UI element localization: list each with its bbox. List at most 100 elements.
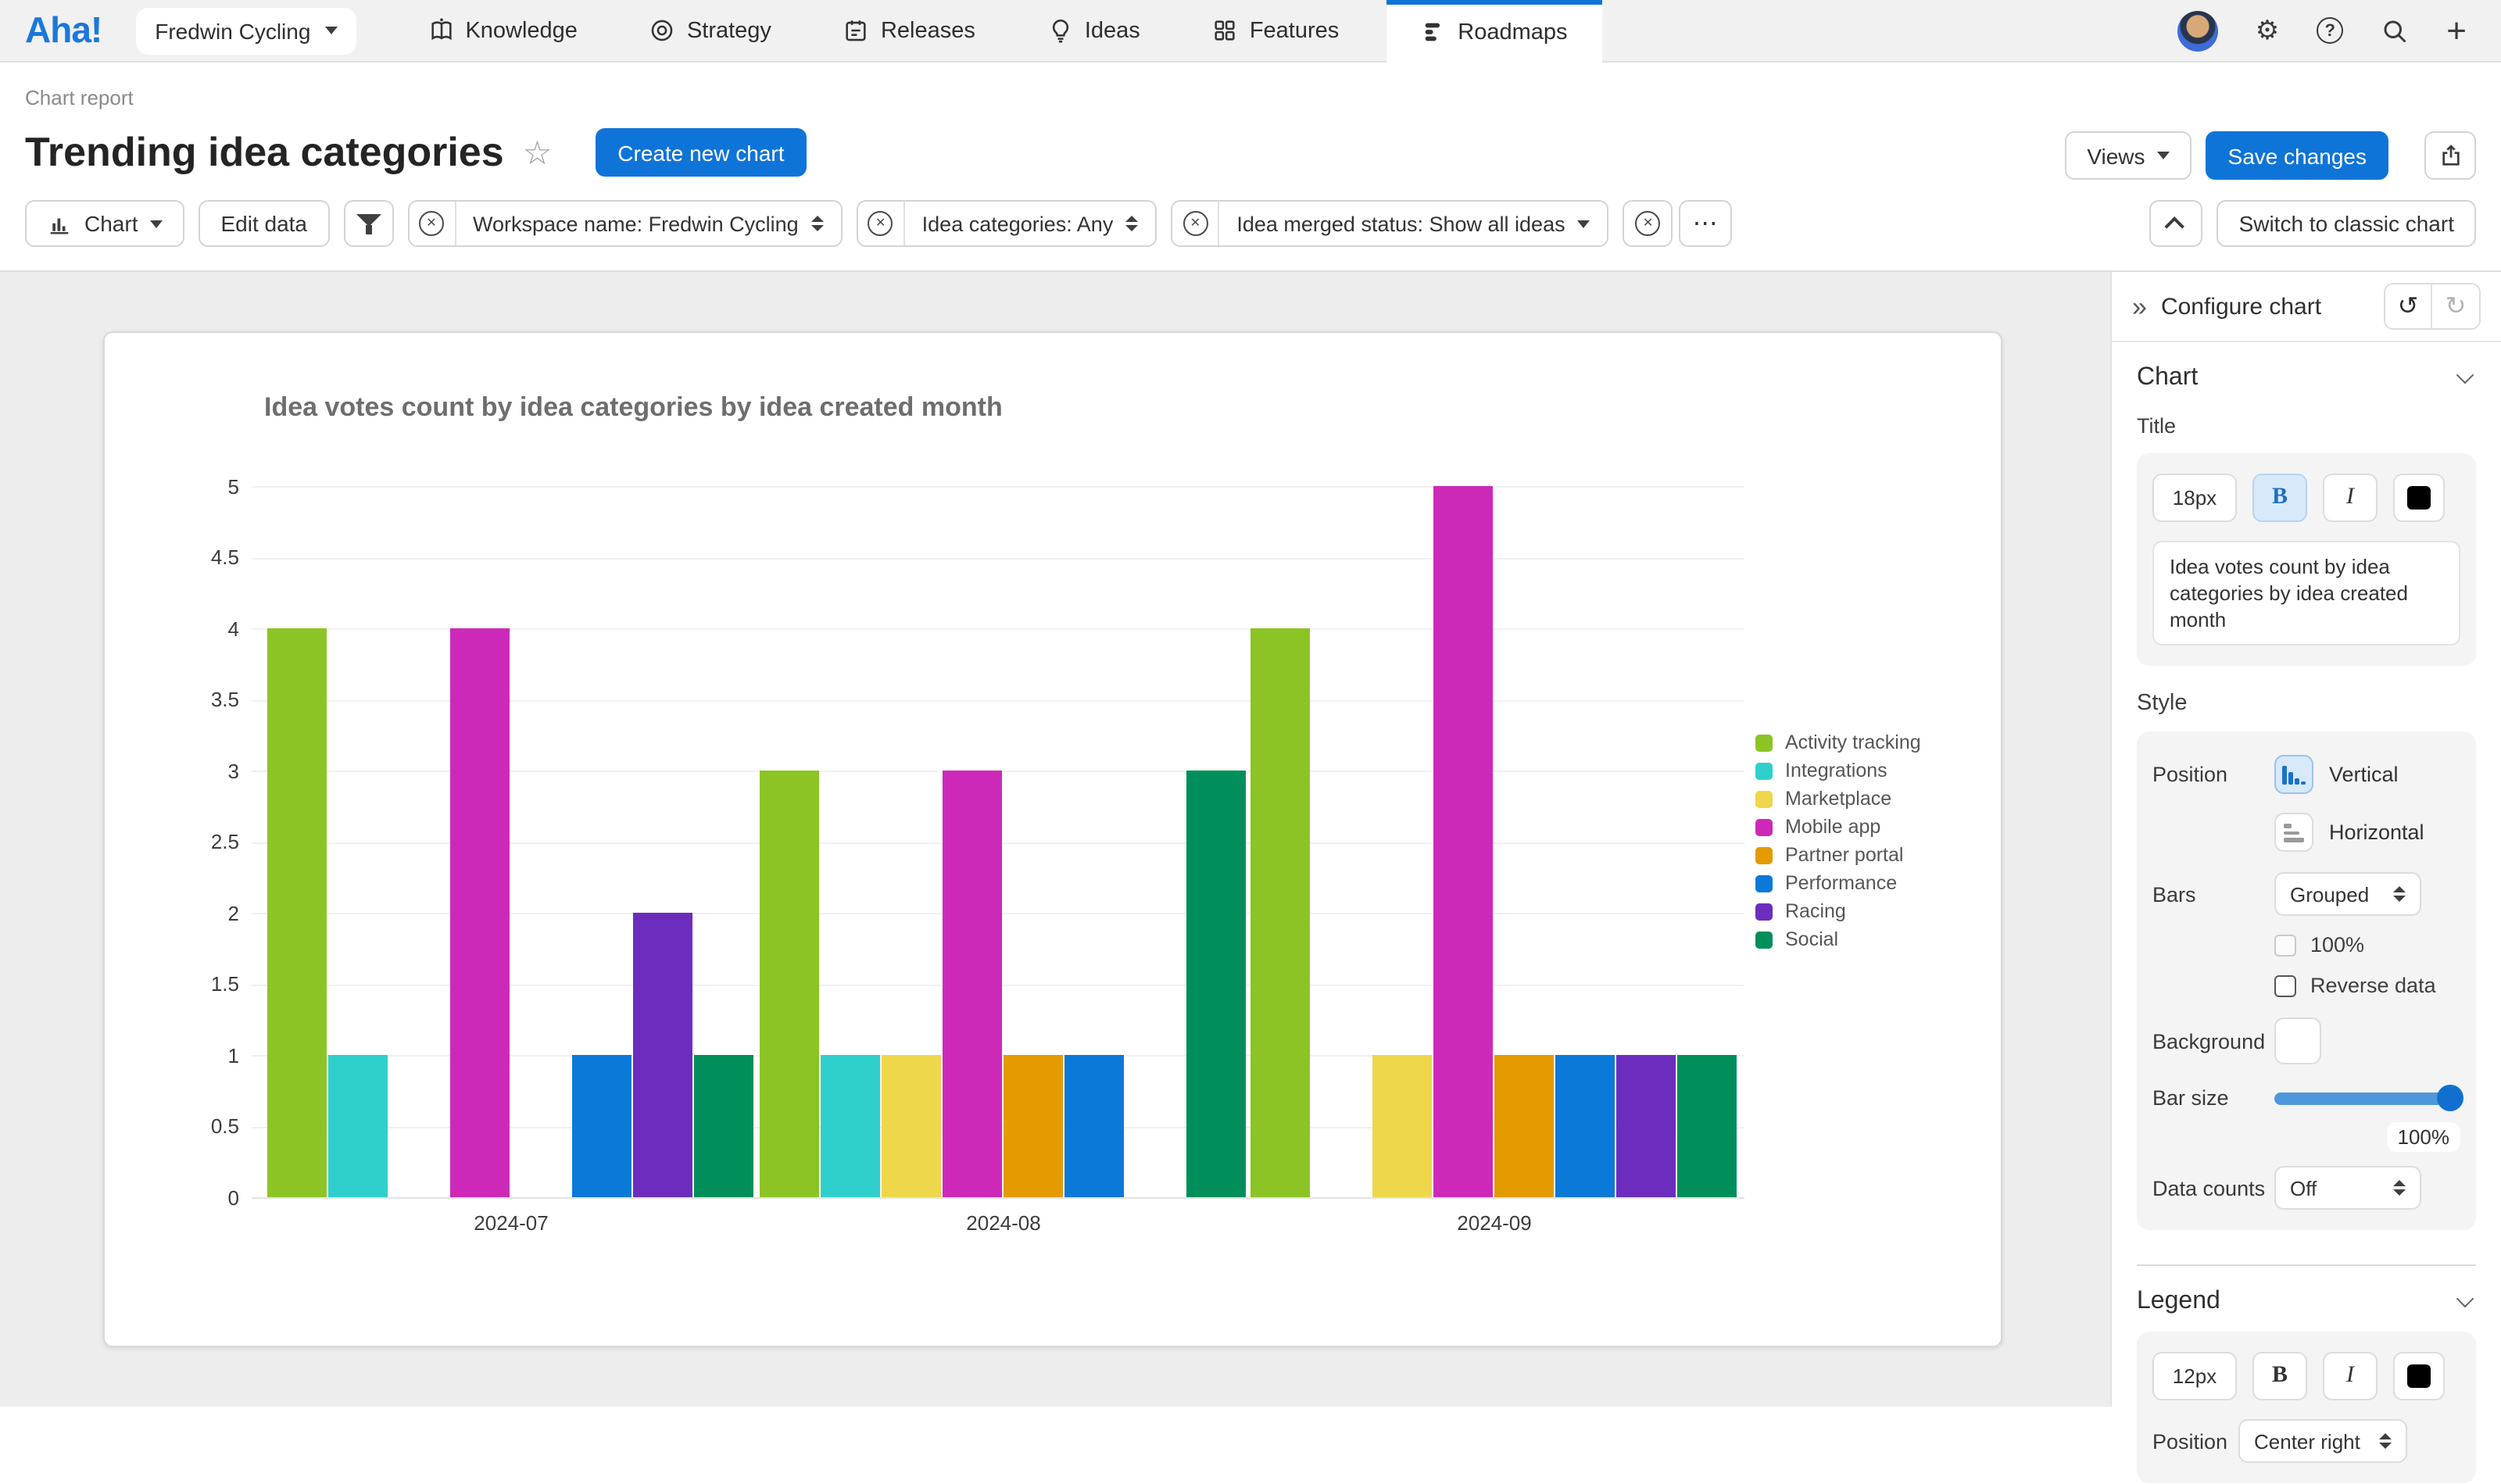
legend-item[interactable]: Marketplace xyxy=(1755,785,1921,813)
filter-button[interactable] xyxy=(343,200,393,247)
legend-bold-button[interactable]: B xyxy=(2252,1353,2307,1401)
nav-item-releases[interactable]: Releases xyxy=(843,0,975,62)
legend-item[interactable]: Social xyxy=(1755,925,1921,953)
chart-title: Idea votes count by idea categories by i… xyxy=(264,392,1003,424)
favorite-star-icon[interactable]: ☆ xyxy=(523,134,553,173)
filter-label: Workspace name: Fredwin Cycling xyxy=(473,212,799,235)
legend-color-button[interactable] xyxy=(2393,1353,2445,1401)
chevron-down-icon xyxy=(2456,367,2474,384)
page-title: Trending idea categories xyxy=(25,128,504,177)
bar-social-2024-08[interactable] xyxy=(1186,771,1246,1197)
background-color-button[interactable] xyxy=(2274,1018,2321,1065)
bars-label: Bars xyxy=(2152,883,2274,906)
legend-position-dropdown[interactable]: Center right xyxy=(2238,1420,2407,1464)
slider-thumb[interactable] xyxy=(2437,1085,2463,1112)
bar-mobile-app-2024-07[interactable] xyxy=(450,628,510,1197)
chart-section-header[interactable]: Chart xyxy=(2137,364,2476,392)
nav-item-strategy[interactable]: Strategy xyxy=(649,0,771,62)
bar-performance-2024-09[interactable] xyxy=(1555,1055,1615,1197)
clear-filter-button[interactable]: ✕ xyxy=(858,202,905,245)
hundred-pct-option[interactable]: 100% xyxy=(2274,934,2460,957)
undo-icon[interactable]: ↺ xyxy=(2385,284,2432,328)
reverse-data-option[interactable]: Reverse data xyxy=(2274,974,2460,998)
bar-size-slider[interactable] xyxy=(2274,1085,2460,1112)
chart-section-label: Chart xyxy=(2137,364,2198,392)
position-vertical-option[interactable]: Vertical xyxy=(2274,756,2424,795)
title-color-button[interactable] xyxy=(2393,474,2445,522)
legend-section-header[interactable]: Legend xyxy=(2137,1289,2476,1317)
bar-performance-2024-08[interactable] xyxy=(1064,1055,1124,1197)
chart-type-button[interactable]: Chart xyxy=(25,200,184,247)
filter-label: Idea merged status: Show all ideas xyxy=(1236,212,1565,235)
legend-italic-button[interactable]: I xyxy=(2323,1353,2378,1401)
add-icon[interactable]: + xyxy=(2446,13,2467,48)
clear-filter-button[interactable]: ✕ xyxy=(409,202,456,245)
switch-classic-chart-button[interactable]: Switch to classic chart xyxy=(2217,200,2476,247)
title-text-input[interactable]: Idea votes count by idea categories by i… xyxy=(2152,541,2460,646)
bar-activity-tracking-2024-07[interactable] xyxy=(267,628,327,1197)
legend-style-card: 12px B I Position Center right xyxy=(2137,1332,2476,1484)
nav-item-features[interactable]: Features xyxy=(1212,0,1339,62)
filter-dropdown[interactable]: Idea merged status: Show all ideas xyxy=(1219,202,1607,245)
title-italic-button[interactable]: I xyxy=(2323,474,2378,522)
title-font-size-input[interactable]: 18px xyxy=(2152,474,2237,522)
remove-filter-button[interactable]: ✕ xyxy=(1623,200,1673,247)
edit-data-button[interactable]: Edit data xyxy=(199,200,329,247)
position-horizontal-option[interactable]: Horizontal xyxy=(2274,814,2424,853)
workspace-switcher[interactable]: Fredwin Cycling xyxy=(136,7,356,54)
chevron-down-icon xyxy=(2456,1291,2474,1309)
bars-dropdown[interactable]: Grouped xyxy=(2274,873,2421,917)
bar-performance-2024-07[interactable] xyxy=(572,1055,632,1197)
help-icon[interactable]: ? xyxy=(2317,17,2343,44)
collapse-panel-icon[interactable]: » xyxy=(2132,293,2147,320)
gear-icon[interactable]: ⚙ xyxy=(2256,17,2280,44)
bar-integrations-2024-07[interactable] xyxy=(328,1055,388,1197)
title-bold-button[interactable]: B xyxy=(2252,474,2307,522)
bar-activity-tracking-2024-09[interactable] xyxy=(1250,628,1310,1197)
legend-item[interactable]: Activity tracking xyxy=(1755,728,1921,756)
legend-item[interactable]: Mobile app xyxy=(1755,813,1921,841)
bar-social-2024-09[interactable] xyxy=(1677,1055,1737,1197)
bar-social-2024-07[interactable] xyxy=(694,1055,753,1197)
funnel-icon xyxy=(356,213,381,234)
bar-racing-2024-07[interactable] xyxy=(633,913,692,1197)
bar-mobile-app-2024-09[interactable] xyxy=(1433,486,1493,1197)
bar-partner-portal-2024-09[interactable] xyxy=(1494,1055,1554,1197)
title-style-card: 18px B I Idea votes count by idea catego… xyxy=(2137,453,2476,667)
legend-item[interactable]: Performance xyxy=(1755,869,1921,897)
user-avatar[interactable] xyxy=(2177,10,2218,51)
bar-racing-2024-09[interactable] xyxy=(1616,1055,1676,1197)
legend-item[interactable]: Racing xyxy=(1755,897,1921,925)
y-axis-tick-label: 0 xyxy=(145,1185,239,1209)
save-changes-button[interactable]: Save changes xyxy=(2206,131,2388,180)
views-button[interactable]: Views xyxy=(2065,131,2192,180)
nav-item-ideas[interactable]: Ideas xyxy=(1047,0,1140,62)
bar-mobile-app-2024-08[interactable] xyxy=(943,771,1002,1197)
bar-partner-portal-2024-08[interactable] xyxy=(1004,1055,1063,1197)
bar-integrations-2024-08[interactable] xyxy=(821,1055,880,1197)
configure-panel: » Configure chart ↺ ↻ Chart Title 18px B… xyxy=(2110,272,2501,1407)
nav-item-roadmaps[interactable]: Roadmaps xyxy=(1386,0,1601,62)
bar-marketplace-2024-09[interactable] xyxy=(1372,1055,1432,1197)
search-icon[interactable] xyxy=(2381,16,2409,45)
legend-item[interactable]: Partner portal xyxy=(1755,841,1921,869)
legend-font-size-input[interactable]: 12px xyxy=(2152,1353,2237,1401)
more-filters-button[interactable]: ⋯ xyxy=(1680,200,1733,247)
hundred-pct-checkbox[interactable] xyxy=(2274,935,2296,957)
clear-filter-button[interactable]: ✕ xyxy=(1172,202,1219,245)
collapse-toolbar-button[interactable] xyxy=(2150,200,2203,247)
redo-icon[interactable]: ↻ xyxy=(2432,284,2479,328)
filter-dropdown[interactable]: Idea categories: Any xyxy=(905,202,1156,245)
data-counts-dropdown[interactable]: Off xyxy=(2274,1167,2421,1210)
bar-marketplace-2024-08[interactable] xyxy=(882,1055,941,1197)
share-button[interactable] xyxy=(2424,131,2476,180)
reverse-data-checkbox[interactable] xyxy=(2274,975,2296,997)
create-new-chart-button[interactable]: Create new chart xyxy=(596,128,806,177)
legend-position-value: Center right xyxy=(2254,1430,2360,1454)
bar-activity-tracking-2024-08[interactable] xyxy=(760,771,819,1197)
legend-item[interactable]: Integrations xyxy=(1755,756,1921,785)
nav-item-knowledge[interactable]: Knowledge xyxy=(428,0,578,62)
horizontal-label: Horizontal xyxy=(2329,821,2424,845)
filter-dropdown[interactable]: Workspace name: Fredwin Cycling xyxy=(456,202,841,245)
legend-label: Mobile app xyxy=(1785,816,1880,838)
